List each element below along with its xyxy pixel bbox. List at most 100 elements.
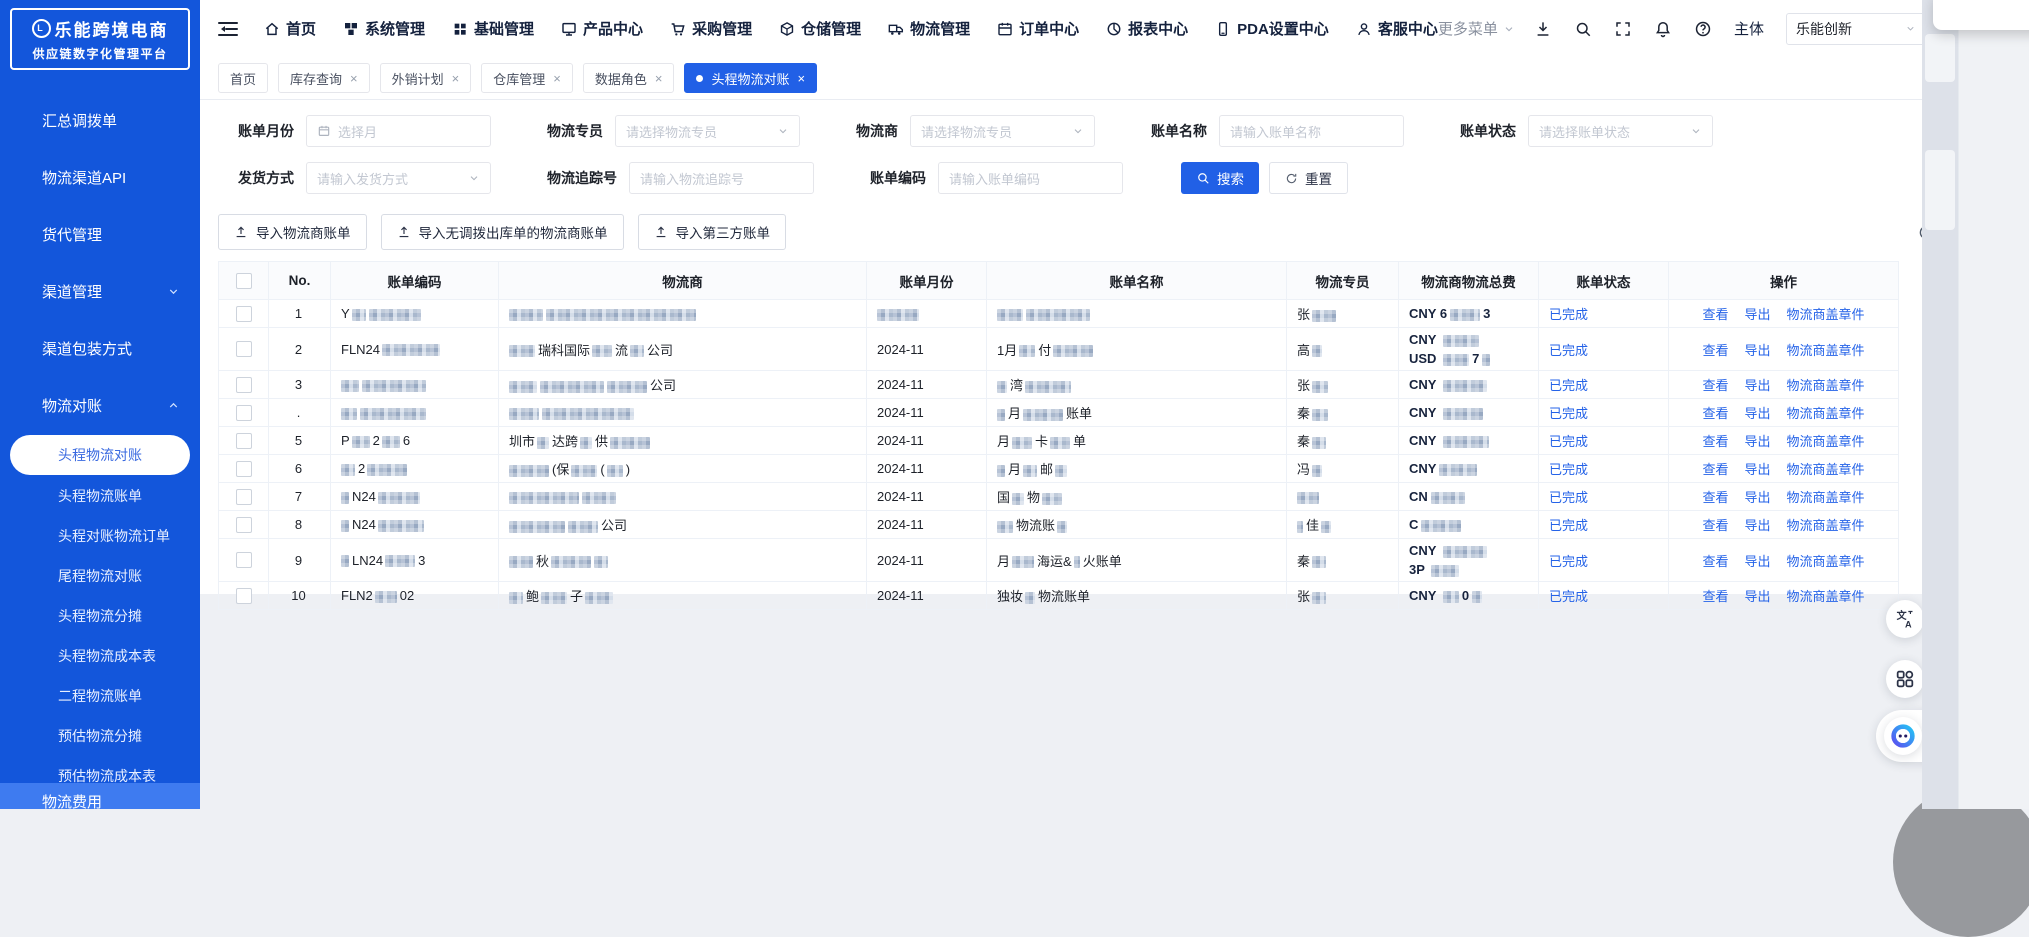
import-button-导入物流商账单[interactable]: 导入物流商账单 [218,214,367,250]
reset-button[interactable]: 重置 [1269,162,1348,194]
close-icon[interactable]: × [452,72,460,85]
op-export-link[interactable]: 导出 [1744,307,1770,322]
op-export-link[interactable]: 导出 [1744,378,1770,393]
tab-库存查询[interactable]: 库存查询 × [278,63,370,93]
row-checkbox[interactable] [235,376,252,393]
sidebar-item-物流对账[interactable]: 物流对账 [0,377,200,434]
tab-首页[interactable]: 首页 [218,63,269,93]
row-checkbox[interactable] [235,552,252,569]
nav-item-product[interactable]: 产品中心 [561,18,643,39]
tab-外销计划[interactable]: 外销计划 × [379,63,472,93]
row-checkbox[interactable] [235,587,252,604]
sidebar-item-渠道包装方式[interactable]: 渠道包装方式 [0,320,200,377]
sidebar-subitem-尾程物流对账[interactable]: 尾程物流对账 [0,556,200,596]
text-input-账单名称[interactable]: 请输入账单名称 [1219,115,1404,147]
op-stamp-link[interactable]: 物流商盖章件 [1787,434,1865,449]
sidebar-subitem-预估物流分摊[interactable]: 预估物流分摊 [0,716,200,756]
op-export-link[interactable]: 导出 [1744,490,1770,505]
op-view-link[interactable]: 查看 [1702,307,1728,322]
op-view-link[interactable]: 查看 [1702,554,1728,569]
close-icon[interactable]: × [350,72,358,85]
op-view-link[interactable]: 查看 [1702,589,1728,604]
nav-item-purchase[interactable]: 采购管理 [670,18,752,39]
op-stamp-link[interactable]: 物流商盖章件 [1787,307,1865,322]
nav-item-report[interactable]: 报表中心 [1106,18,1188,39]
nav-item-pda[interactable]: PDA设置中心 [1215,18,1329,39]
op-view-link[interactable]: 查看 [1702,434,1728,449]
row-checkbox[interactable] [235,488,252,505]
sidebar-item-货代管理[interactable]: 货代管理 [0,206,200,263]
row-checkbox[interactable] [235,341,252,358]
sidebar-item-clipped[interactable]: 物流费用 [0,783,200,809]
sidebar-item-active-头程物流对账[interactable]: 头程物流对账 [10,435,190,475]
nav-item-logistics[interactable]: 物流管理 [888,18,970,39]
op-view-link[interactable]: 查看 [1702,462,1728,477]
op-export-link[interactable]: 导出 [1744,343,1770,358]
menu-collapse-icon[interactable] [218,21,238,36]
row-checkbox[interactable] [235,305,252,322]
op-view-link[interactable]: 查看 [1702,490,1728,505]
op-export-link[interactable]: 导出 [1744,589,1770,604]
translate-button[interactable]: 文A [1886,600,1924,638]
op-export-link[interactable]: 导出 [1744,406,1770,421]
op-stamp-link[interactable]: 物流商盖章件 [1787,589,1865,604]
select-账单月份[interactable]: 选择月 [306,115,491,147]
op-view-link[interactable]: 查看 [1702,343,1728,358]
op-view-link[interactable]: 查看 [1702,378,1728,393]
tab-数据角色[interactable]: 数据角色 × [582,63,675,93]
sidebar-item-渠道管理[interactable]: 渠道管理 [0,263,200,320]
op-stamp-link[interactable]: 物流商盖章件 [1787,518,1865,533]
op-export-link[interactable]: 导出 [1744,434,1770,449]
row-checkbox[interactable] [235,516,252,533]
op-stamp-link[interactable]: 物流商盖章件 [1787,343,1865,358]
op-stamp-link[interactable]: 物流商盖章件 [1787,462,1865,477]
select-all-checkbox[interactable] [235,272,252,289]
row-checkbox[interactable] [235,404,252,421]
op-export-link[interactable]: 导出 [1744,554,1770,569]
op-export-link[interactable]: 导出 [1744,462,1770,477]
close-icon[interactable]: × [655,72,663,85]
nav-item-order[interactable]: 订单中心 [997,18,1079,39]
bell-icon[interactable] [1654,20,1672,38]
row-checkbox[interactable] [235,432,252,449]
tab-头程物流对账[interactable]: 头程物流对账 × [684,63,818,93]
op-stamp-link[interactable]: 物流商盖章件 [1787,378,1865,393]
sidebar-item-汇总调拨单[interactable]: 汇总调拨单 [0,92,200,149]
sidebar-subitem-头程物流成本表[interactable]: 头程物流成本表 [0,636,200,676]
op-stamp-link[interactable]: 物流商盖章件 [1787,406,1865,421]
nav-item-service[interactable]: 客服中心 [1356,18,1438,39]
import-button-导入无调拨出库单的物流商账单[interactable]: 导入无调拨出库单的物流商账单 [380,214,624,250]
op-stamp-link[interactable]: 物流商盖章件 [1787,554,1865,569]
search-icon[interactable] [1574,20,1592,38]
select-物流专员[interactable]: 请选择物流专员 [615,115,800,147]
close-icon[interactable]: × [553,72,561,85]
help-icon[interactable] [1694,20,1712,38]
op-view-link[interactable]: 查看 [1702,406,1728,421]
import-button-导入第三方账单[interactable]: 导入第三方账单 [637,214,786,250]
apps-button[interactable] [1886,660,1924,698]
sidebar-subitem-头程物流账单[interactable]: 头程物流账单 [0,476,200,516]
fullscreen-icon[interactable] [1614,20,1632,38]
sidebar-subitem-头程物流分摊[interactable]: 头程物流分摊 [0,596,200,636]
op-view-link[interactable]: 查看 [1702,518,1728,533]
sidebar-item-物流渠道API[interactable]: 物流渠道API [0,149,200,206]
nav-item-sys[interactable]: 系统管理 [343,18,425,39]
tab-仓库管理[interactable]: 仓库管理 × [481,63,573,93]
op-stamp-link[interactable]: 物流商盖章件 [1787,490,1865,505]
op-export-link[interactable]: 导出 [1744,518,1770,533]
nav-item-warehouse[interactable]: 仓储管理 [779,18,861,39]
close-icon[interactable]: × [797,72,805,85]
row-checkbox[interactable] [235,460,252,477]
text-input-物流追踪号[interactable]: 请输入物流追踪号 [629,162,814,194]
more-menu[interactable]: 更多菜单 [1438,18,1515,39]
select-账单状态[interactable]: 请选择账单状态 [1528,115,1713,147]
search-button[interactable]: 搜索 [1181,162,1259,194]
download-icon[interactable] [1534,20,1552,38]
select-物流商[interactable]: 请选择物流专员 [910,115,1095,147]
nav-item-home[interactable]: 首页 [264,18,316,39]
entity-select[interactable]: 乐能创新 [1786,12,1926,45]
nav-item-base[interactable]: 基础管理 [452,18,534,39]
sidebar-subitem-头程对账物流订单[interactable]: 头程对账物流订单 [0,516,200,556]
assistant-button[interactable] [1884,717,1922,755]
text-input-账单编码[interactable]: 请输入账单编码 [938,162,1123,194]
